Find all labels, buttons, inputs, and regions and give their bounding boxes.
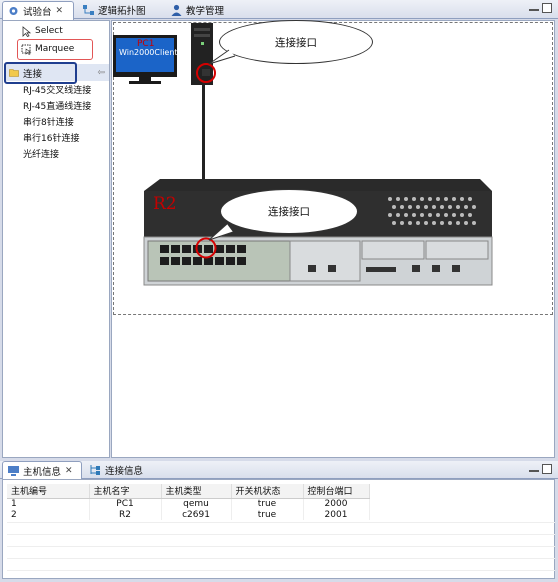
connection-item[interactable]: 串行8针连接 [23, 115, 74, 130]
minimize-icon[interactable] [529, 9, 539, 11]
cell-console-port: 2000 [303, 498, 370, 509]
row-divider [7, 570, 555, 571]
interface-callout-router: 连接接口 [220, 189, 358, 234]
callout-text: 连接接口 [268, 206, 310, 218]
connection-item[interactable]: 串行16针连接 [23, 131, 79, 146]
col-header[interactable]: 主机类型 [161, 484, 232, 499]
callout-pointer [208, 223, 234, 241]
host-table: 主机编号 主机名字 主机类型 开关机状态 控制台端口 1 PC1 qemu tr… [7, 484, 370, 520]
bottom-tab-bar: 主机信息 ✕ 连接信息 [0, 461, 558, 480]
connection-item[interactable]: 光纤连接 [23, 147, 59, 162]
row-divider [7, 534, 555, 535]
cell-power-state: true [231, 509, 304, 520]
cell-host-id: 1 [7, 498, 90, 509]
tab-close-icon[interactable]: ✕ [65, 466, 73, 476]
tab-testbench-label: 试验台 [23, 7, 52, 18]
col-header[interactable]: 主机编号 [7, 484, 90, 499]
marquee-label: Marquee [35, 44, 75, 54]
interface-callout-pc: 连接接口 [219, 20, 373, 64]
cell-console-port: 2001 [303, 509, 370, 520]
palette-marquee-tool[interactable]: Marquee [21, 41, 74, 57]
tab-host-info[interactable]: 主机信息 ✕ [2, 461, 82, 480]
collapse-arrow-icon[interactable]: ⇦ [97, 68, 105, 78]
row-divider [7, 522, 555, 523]
tab-testbench[interactable]: 试验台 ✕ [2, 1, 74, 20]
table-row[interactable]: 2 R2 c2691 true 2001 [7, 509, 370, 520]
topology-icon [83, 5, 94, 15]
table-header-row: 主机编号 主机名字 主机类型 开关机状态 控制台端口 [7, 484, 370, 499]
cell-host-id: 2 [7, 509, 90, 520]
row-divider [7, 558, 555, 559]
router-name-label: R2 [153, 194, 177, 214]
cell-host-name: R2 [89, 509, 162, 520]
tab-teaching-management[interactable]: 教学管理 [166, 1, 246, 19]
cell-host-type: c2691 [161, 509, 232, 520]
select-label: Select [35, 26, 63, 36]
tab-close-icon[interactable]: ✕ [56, 6, 64, 16]
col-header[interactable]: 控制台端口 [303, 484, 370, 499]
pc-os-label: Win2000Client [119, 48, 178, 57]
palette-select-tool[interactable]: Select [21, 23, 63, 39]
maximize-icon[interactable] [542, 3, 552, 13]
callout-pointer [208, 49, 236, 65]
marquee-icon [21, 44, 32, 55]
connection-tree-icon [90, 465, 100, 475]
cell-host-type: qemu [161, 498, 232, 509]
cell-power-state: true [231, 498, 304, 509]
row-divider [7, 546, 555, 547]
connection-item[interactable]: RJ-45交叉线连接 [23, 83, 91, 98]
host-info-panel: 主机编号 主机名字 主机类型 开关机状态 控制台端口 1 PC1 qemu tr… [2, 479, 555, 579]
top-tab-bar: 试验台 ✕ 逻辑拓扑图 教学管理 [0, 0, 558, 20]
monitor-icon [8, 466, 19, 476]
tab-logic-topology[interactable]: 逻辑拓扑图 [78, 1, 163, 19]
col-header[interactable]: 主机名字 [89, 484, 162, 499]
arrow-cursor-icon [22, 25, 32, 37]
tab-teaching-management-label: 教学管理 [186, 6, 225, 17]
connection-item[interactable]: RJ-45直通线连接 [23, 99, 91, 114]
cell-host-name: PC1 [89, 498, 162, 509]
palette-panel: Select Marquee 连接 ⇦ RJ-45交叉线连接 RJ-45直通线连… [2, 20, 110, 458]
table-row[interactable]: 1 PC1 qemu true 2000 [7, 498, 370, 509]
gear-icon [9, 7, 18, 15]
col-header[interactable]: 开关机状态 [231, 484, 304, 499]
minimize-icon[interactable] [529, 470, 539, 472]
user-icon [171, 4, 182, 16]
tab-connection-info[interactable]: 连接信息 [85, 461, 155, 479]
callout-text: 连接接口 [275, 36, 317, 49]
group-highlight [4, 62, 77, 84]
tab-host-info-label: 主机信息 [23, 467, 62, 478]
tab-connection-info-label: 连接信息 [105, 466, 144, 477]
maximize-icon[interactable] [542, 464, 552, 474]
tab-logic-topology-label: 逻辑拓扑图 [98, 6, 146, 17]
